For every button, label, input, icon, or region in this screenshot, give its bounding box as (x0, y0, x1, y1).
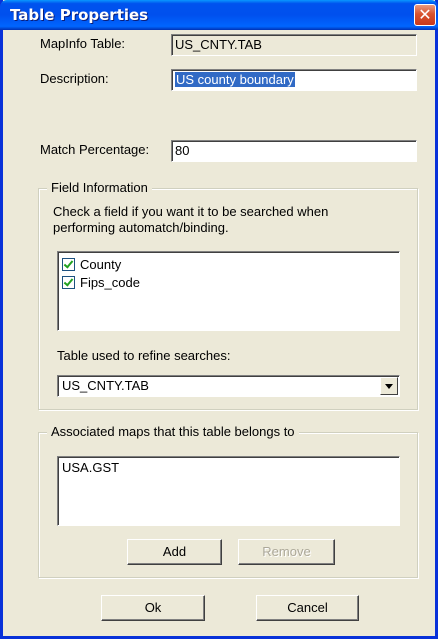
fields-listbox[interactable]: County Fips_code (57, 251, 400, 331)
associated-maps-group: Associated maps that this table belongs … (38, 424, 418, 578)
ok-button[interactable]: Ok (101, 595, 205, 621)
add-button[interactable]: Add (127, 539, 222, 565)
associated-maps-listbox[interactable]: USA.GST (57, 456, 400, 526)
fips-code-checkbox[interactable] (62, 276, 75, 289)
table-properties-dialog: Table Properties ✕ MapInfo Table: US_CNT… (0, 0, 438, 639)
title-bar[interactable]: Table Properties ✕ (0, 0, 438, 30)
field-information-legend: Field Information (47, 180, 152, 195)
refine-searches-label: Table used to refine searches: (57, 348, 231, 363)
description-value: US county boundary (175, 72, 295, 87)
refine-table-dropdown[interactable]: US_CNTY.TAB (57, 375, 400, 397)
field-item-county[interactable]: County (62, 256, 121, 273)
field-information-hint-line2: performing automatch/binding. (53, 220, 229, 235)
match-percentage-field[interactable]: 80 (171, 140, 417, 162)
description-field[interactable]: US county boundary (171, 69, 417, 91)
field-information-hint-line1: Check a field if you want it to be searc… (53, 204, 329, 219)
county-checkbox[interactable] (62, 258, 75, 271)
refine-table-value: US_CNTY.TAB (62, 378, 149, 393)
field-information-hint: Check a field if you want it to be searc… (53, 204, 328, 236)
mapinfo-table-label: MapInfo Table: (40, 36, 126, 51)
close-icon[interactable]: ✕ (414, 4, 436, 26)
list-item[interactable]: USA.GST (62, 460, 119, 475)
description-label: Description: (40, 71, 109, 86)
county-label: County (80, 257, 122, 272)
associated-maps-legend: Associated maps that this table belongs … (47, 424, 299, 439)
remove-button[interactable]: Remove (238, 539, 335, 565)
mapinfo-table-value: US_CNTY.TAB (175, 37, 262, 52)
match-percentage-label: Match Percentage: (40, 142, 150, 157)
field-item-fips-code[interactable]: Fips_code (62, 274, 140, 291)
checkmark-icon (63, 258, 74, 269)
field-information-group: Field Information Check a field if you w… (38, 180, 418, 410)
chevron-down-icon[interactable] (380, 377, 398, 395)
dialog-title: Table Properties (10, 6, 149, 24)
cancel-button[interactable]: Cancel (256, 595, 359, 621)
match-percentage-value: 80 (175, 143, 190, 158)
fips-code-label: Fips_code (80, 275, 140, 290)
checkmark-icon (63, 276, 74, 287)
mapinfo-table-field: US_CNTY.TAB (171, 34, 417, 56)
